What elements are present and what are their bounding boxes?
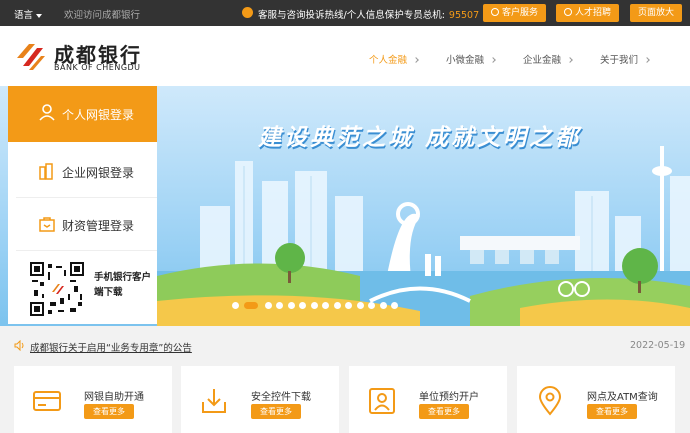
service-title: 单位预约开户	[419, 392, 479, 403]
view-more-button[interactable]: 查看更多	[84, 404, 134, 419]
chevron-right-icon	[413, 57, 419, 63]
top-bar: 语言 欢迎访问成都银行 客服与咨询投诉热线/个人信息保护专员总机: 95507 客…	[0, 0, 690, 26]
nav-corporate-finance[interactable]: 企业金融	[523, 52, 573, 66]
headset-icon	[491, 8, 499, 16]
nav-label: 企业金融	[523, 55, 562, 66]
carousel-dot[interactable]	[345, 302, 352, 309]
speaker-icon	[14, 340, 24, 351]
language-label: 语言	[14, 10, 34, 21]
service-card-security-download[interactable]: 安全控件下载 查看更多	[181, 366, 339, 433]
treasury-login-label: 财资管理登录	[62, 219, 135, 233]
carousel-dot[interactable]	[310, 302, 318, 309]
nav-label: 小微金融	[446, 55, 485, 66]
carousel-dot[interactable]	[356, 302, 364, 309]
customer-service-button[interactable]: 客户服务	[483, 4, 547, 22]
person-icon	[564, 8, 572, 16]
id-card-icon	[369, 388, 395, 414]
notice-bar: 成都银行关于启用“业务专用章”的公告 2022-05-19	[0, 333, 690, 359]
nav-label: 关于我们	[600, 55, 639, 66]
recruitment-label: 人才招聘	[575, 8, 612, 18]
mobile-app-download-label[interactable]: 手机银行客户端下载	[94, 270, 156, 300]
briefcase-icon	[39, 217, 55, 232]
qr-code[interactable]	[30, 262, 84, 316]
hotline-label: 客服与咨询投诉热线/个人信息保护专员总机:	[258, 10, 445, 21]
service-card-branch-atm-search[interactable]: 网点及ATM查询 查看更多	[517, 366, 675, 433]
welcome-text: 欢迎访问成都银行	[64, 10, 141, 21]
user-icon	[39, 104, 55, 121]
carousel-dot[interactable]	[287, 302, 295, 309]
carousel-dot[interactable]	[264, 302, 272, 309]
language-selector[interactable]: 语言	[14, 7, 43, 21]
carousel-dot[interactable]	[368, 302, 375, 309]
notice-date: 2022-05-19	[630, 340, 686, 351]
personal-ebank-login-label: 个人网银登录	[62, 108, 135, 122]
service-card-account-appointment[interactable]: 单位预约开户 查看更多	[349, 366, 507, 433]
nav-about-us[interactable]: 关于我们	[600, 52, 650, 66]
hotline-number: 95507	[448, 10, 480, 21]
view-more-button[interactable]: 查看更多	[587, 404, 637, 419]
carousel-dot[interactable]	[322, 302, 329, 309]
login-panel: 个人网银登录 企业网银登录 财资管理登录 手机银行客户端下载	[8, 86, 157, 324]
zoom-page-label: 页面放大	[638, 8, 675, 18]
carousel-dot[interactable]	[379, 302, 387, 309]
zoom-page-button[interactable]: 页面放大	[630, 4, 683, 22]
customer-service-label: 客户服务	[502, 8, 539, 18]
corporate-ebank-login[interactable]: 企业网银登录	[8, 146, 157, 197]
service-title: 网点及ATM查询	[587, 392, 658, 403]
view-more-button[interactable]: 查看更多	[251, 404, 301, 419]
building-icon	[39, 163, 53, 180]
chevron-right-icon	[644, 57, 650, 63]
divider	[16, 250, 157, 251]
service-card-ebank-activation[interactable]: 网银自助开通 查看更多	[14, 366, 172, 433]
hotline: 客服与咨询投诉热线/个人信息保护专员总机: 95507	[258, 7, 479, 21]
carousel-dot[interactable]	[333, 302, 341, 309]
carousel-dot[interactable]	[276, 302, 283, 309]
carousel-dot[interactable]	[232, 302, 239, 309]
card-icon	[33, 391, 61, 411]
chevron-right-icon	[567, 57, 573, 63]
caret-down-icon	[36, 13, 43, 18]
location-pin-icon	[538, 386, 562, 416]
nav-small-business[interactable]: 小微金融	[446, 52, 496, 66]
nav-personal-finance[interactable]: 个人金融	[369, 52, 419, 66]
bank-logo-icon[interactable]	[15, 40, 47, 72]
carousel-dot[interactable]	[299, 302, 306, 309]
corporate-ebank-login-label: 企业网银登录	[62, 166, 135, 180]
treasury-login[interactable]: 财资管理登录	[8, 199, 157, 250]
divider	[16, 197, 157, 198]
chevron-right-icon	[490, 57, 496, 63]
nav-label: 个人金融	[369, 55, 408, 66]
recruitment-button[interactable]: 人才招聘	[556, 4, 620, 22]
carousel-dot[interactable]	[391, 302, 398, 309]
header: 成都银行 BANK OF CHENGDU 个人金融 小微金融 企业金融 关于我们	[0, 26, 690, 86]
notice-link[interactable]: 成都银行关于启用“业务专用章”的公告	[30, 340, 192, 354]
logo-text-en: BANK OF CHENGDU	[54, 63, 141, 72]
personal-ebank-login[interactable]: 个人网银登录	[8, 86, 157, 142]
service-title: 安全控件下载	[251, 392, 311, 403]
view-more-button[interactable]: 查看更多	[419, 404, 469, 419]
phone-icon	[242, 7, 253, 18]
banner-headline: 建设典范之城 成就文明之都	[258, 125, 582, 151]
download-icon	[202, 389, 226, 413]
carousel-dot[interactable]	[243, 302, 258, 309]
service-title: 网银自助开通	[84, 392, 144, 403]
